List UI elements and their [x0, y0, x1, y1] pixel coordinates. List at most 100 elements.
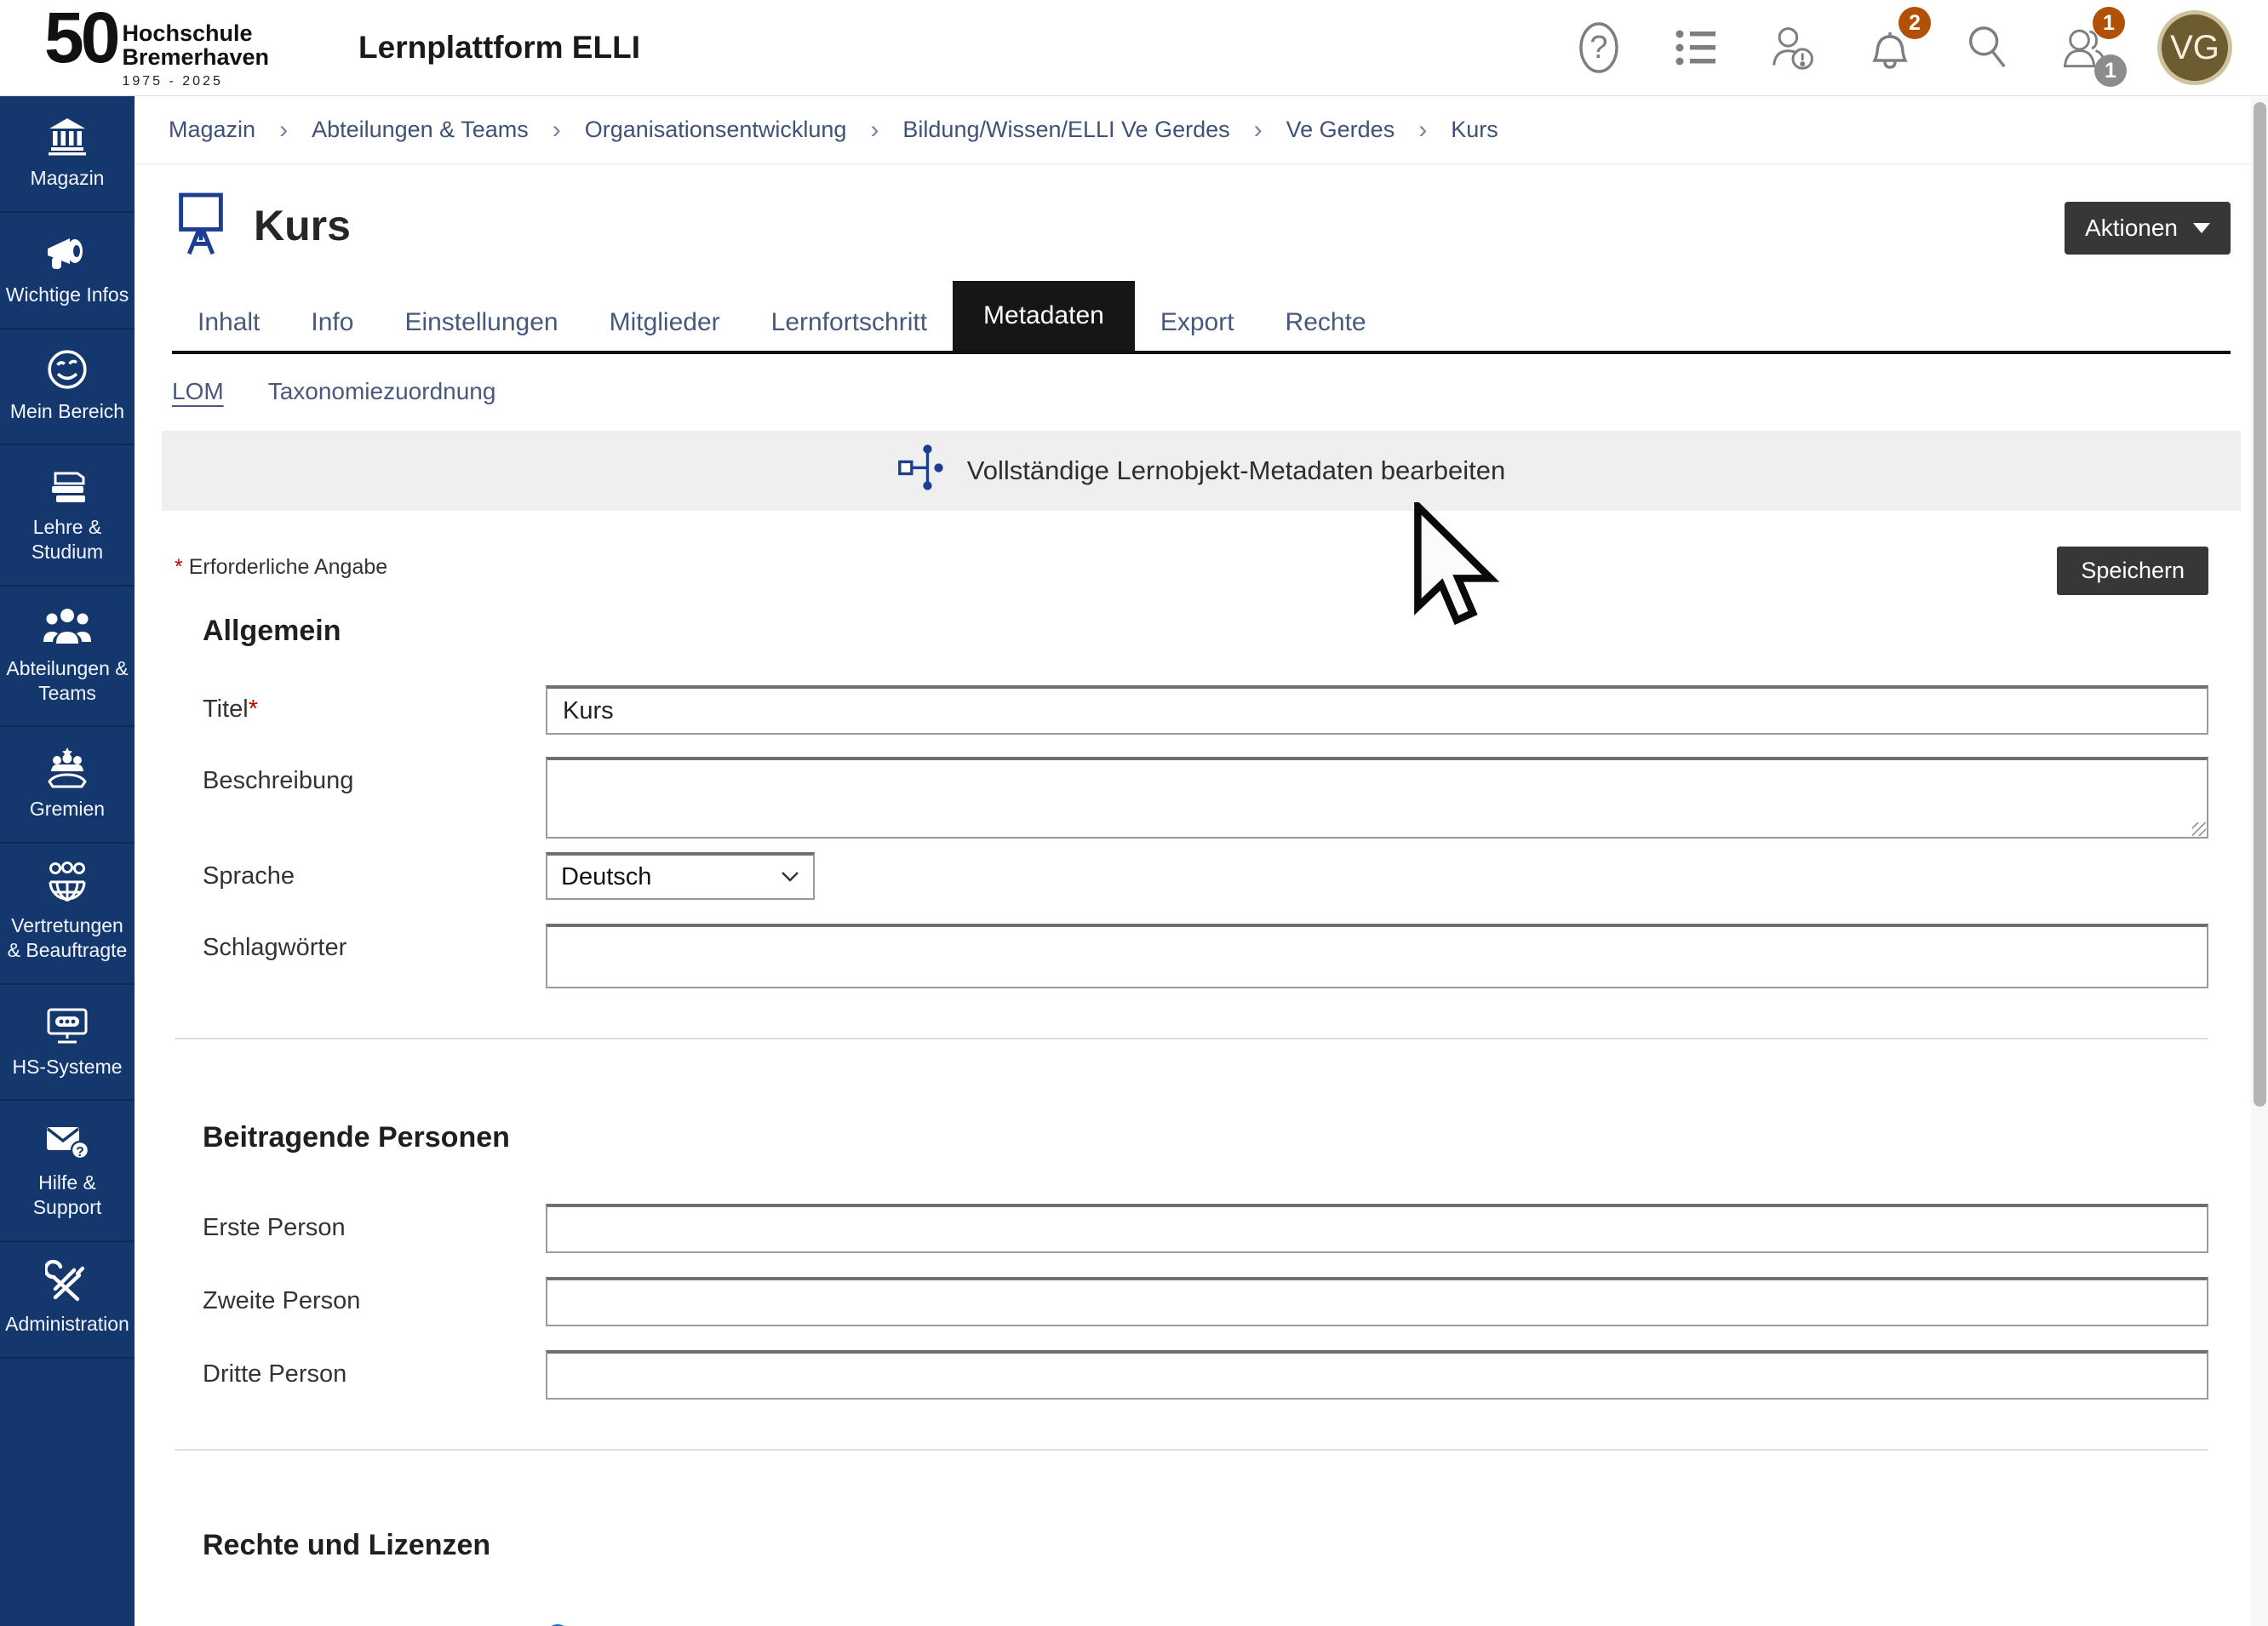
field-row-titel: Titel*	[203, 685, 2208, 735]
sidebar-item-vertretungen[interactable]: Vertretungen & Beauftragte	[0, 844, 135, 985]
sidebar-item-hilfe-support[interactable]: ? Hilfe & Support	[0, 1101, 135, 1242]
help-icon[interactable]: ?	[1575, 17, 1623, 78]
sidebar-item-hs-systeme[interactable]: HS-Systeme	[0, 985, 135, 1102]
actions-button[interactable]: Aktionen	[2065, 202, 2231, 255]
header-icons: ? 2 1 1 VG	[1575, 10, 2268, 85]
language-select-value: Deutsch	[561, 863, 651, 891]
scrollbar-track[interactable]	[2251, 97, 2268, 1626]
dritte-person-label: Dritte Person	[203, 1350, 546, 1388]
breadcrumb-separator: ›	[1418, 116, 1427, 145]
schlagwoerter-input[interactable]	[546, 924, 2208, 988]
search-icon[interactable]	[1963, 17, 2011, 78]
section-heading-rechte: Rechte und Lizenzen	[203, 1529, 2208, 1562]
tab-info[interactable]: Info	[285, 295, 379, 351]
sidebar-item-wichtige-infos[interactable]: Wichtige Infos	[0, 213, 135, 329]
svg-text:?: ?	[1589, 30, 1607, 66]
schlagwoerter-label: Schlagwörter	[203, 924, 546, 962]
breadcrumb-item[interactable]: Organisationsentwicklung	[585, 117, 847, 143]
main-content: Magazin › Abteilungen & Teams › Organisa…	[135, 96, 2268, 1626]
user-status-icon[interactable]	[1769, 17, 1817, 78]
field-row-beschreibung: Beschreibung	[203, 757, 2208, 839]
language-select[interactable]: Deutsch	[546, 852, 815, 900]
tab-inhalt[interactable]: Inhalt	[172, 295, 285, 351]
tab-metadaten[interactable]: Metadaten	[953, 281, 1135, 351]
page-title: Kurs	[254, 201, 351, 250]
sidebar-item-label: Lehre & Studium	[5, 515, 129, 564]
sidebar-item-mein-bereich[interactable]: Mein Bereich	[0, 329, 135, 446]
save-button[interactable]: Speichern	[2057, 547, 2208, 595]
subtab-taxonomiezuordnung[interactable]: Taxonomiezuordnung	[268, 378, 496, 405]
zweite-person-input[interactable]	[546, 1277, 2208, 1326]
scrollbar-thumb[interactable]	[2254, 102, 2266, 1107]
books-icon	[45, 464, 89, 507]
sidebar-item-label: Abteilungen & Teams	[5, 656, 129, 706]
mail-help-icon: ?	[44, 1119, 90, 1162]
metadata-form: Allgemein Titel* Beschreibung Sprache De…	[135, 615, 2268, 1626]
sidebar-item-abteilungen-teams[interactable]: Abteilungen & Teams	[0, 587, 135, 728]
notifications-bell-icon[interactable]: 2	[1866, 17, 1914, 78]
subtab-bar: LOM Taxonomiezuordnung	[135, 354, 2268, 405]
field-row-sprache: Sprache Deutsch	[203, 852, 2208, 900]
sidebar-item-label: HS-Systeme	[12, 1055, 122, 1079]
sidebar-item-label: Wichtige Infos	[6, 283, 129, 307]
breadcrumb-item[interactable]: Kurs	[1451, 117, 1498, 143]
copyright-radio-label: All rights reserved	[581, 1623, 765, 1626]
banner-label: Vollständige Lernobjekt-Metadaten bearbe…	[967, 455, 1506, 486]
avatar[interactable]: VG	[2157, 10, 2232, 85]
breadcrumb-separator: ›	[870, 116, 879, 145]
resize-grip[interactable]	[2192, 822, 2206, 836]
zweite-person-label: Zweite Person	[203, 1277, 546, 1315]
contacts-badge-top: 1	[2093, 7, 2125, 39]
tab-lernfortschritt[interactable]: Lernfortschritt	[746, 295, 953, 351]
notifications-badge: 2	[1899, 7, 1931, 39]
breadcrumb-item[interactable]: Bildung/Wissen/ELLI Ve Gerdes	[902, 117, 1229, 143]
form-header-row: * Erforderliche Angabe Speichern	[175, 547, 2208, 596]
hochschule-bremerhaven-logo[interactable]: 50 Hochschule Bremerhaven 1975 - 2025	[44, 6, 269, 90]
sidebar-item-label: Magazin	[31, 166, 105, 191]
sidebar-item-label: Administration	[5, 1312, 129, 1337]
breadcrumb: Magazin › Abteilungen & Teams › Organisa…	[135, 96, 2268, 164]
bank-icon	[45, 115, 89, 157]
list-icon[interactable]	[1672, 17, 1720, 78]
sidebar-item-label: Gremien	[30, 797, 105, 822]
sidebar-item-magazin[interactable]: Magazin	[0, 96, 135, 213]
caret-down-icon	[2193, 223, 2210, 233]
breadcrumb-separator: ›	[1254, 116, 1263, 145]
section-heading-allgemein: Allgemein	[203, 615, 2208, 648]
elli-metadata-page: 50 Hochschule Bremerhaven 1975 - 2025 Le…	[0, 0, 2268, 1626]
tab-einstellungen[interactable]: Einstellungen	[379, 295, 583, 351]
logo-years: 1975 - 2025	[122, 74, 269, 89]
breadcrumb-item[interactable]: Magazin	[169, 117, 255, 143]
section-divider	[175, 1449, 2208, 1451]
metadata-tree-icon	[897, 442, 945, 500]
field-row-schlagwoerter: Schlagwörter	[203, 924, 2208, 988]
sidebar-item-label: Mein Bereich	[10, 399, 124, 424]
field-row-zweite-person: Zweite Person	[203, 1277, 2208, 1326]
beschreibung-label: Beschreibung	[203, 757, 546, 795]
subtab-lom[interactable]: LOM	[172, 378, 224, 405]
erste-person-label: Erste Person	[203, 1204, 546, 1242]
tab-mitglieder[interactable]: Mitglieder	[584, 295, 746, 351]
breadcrumb-item[interactable]: Ve Gerdes	[1286, 117, 1395, 143]
edit-full-metadata-banner[interactable]: Vollständige Lernobjekt-Metadaten bearbe…	[162, 431, 2241, 511]
smiley-icon	[46, 348, 89, 391]
tab-rechte[interactable]: Rechte	[1260, 295, 1392, 351]
sidebar-item-gremien[interactable]: Gremien	[0, 727, 135, 844]
dritte-person-input[interactable]	[546, 1350, 2208, 1400]
titel-label: Titel*	[203, 685, 546, 724]
sidebar-item-lehre-studium[interactable]: Lehre & Studium	[0, 445, 135, 587]
sprache-label: Sprache	[203, 852, 546, 890]
tools-icon	[45, 1261, 89, 1303]
contacts-icon[interactable]: 1 1	[2060, 17, 2108, 78]
logo-line2: Bremerhaven	[122, 45, 269, 69]
sidebar-item-administration[interactable]: Administration	[0, 1242, 135, 1359]
tab-export[interactable]: Export	[1135, 295, 1260, 351]
copyright-label: Copyright	[203, 1617, 546, 1626]
top-header: 50 Hochschule Bremerhaven 1975 - 2025 Le…	[0, 0, 2268, 96]
beschreibung-textarea[interactable]	[546, 757, 2208, 839]
breadcrumb-separator: ›	[553, 116, 561, 145]
erste-person-input[interactable]	[546, 1204, 2208, 1253]
tab-bar: Inhalt Info Einstellungen Mitglieder Ler…	[172, 281, 2231, 354]
breadcrumb-item[interactable]: Abteilungen & Teams	[312, 117, 529, 143]
titel-input[interactable]	[546, 685, 2208, 735]
